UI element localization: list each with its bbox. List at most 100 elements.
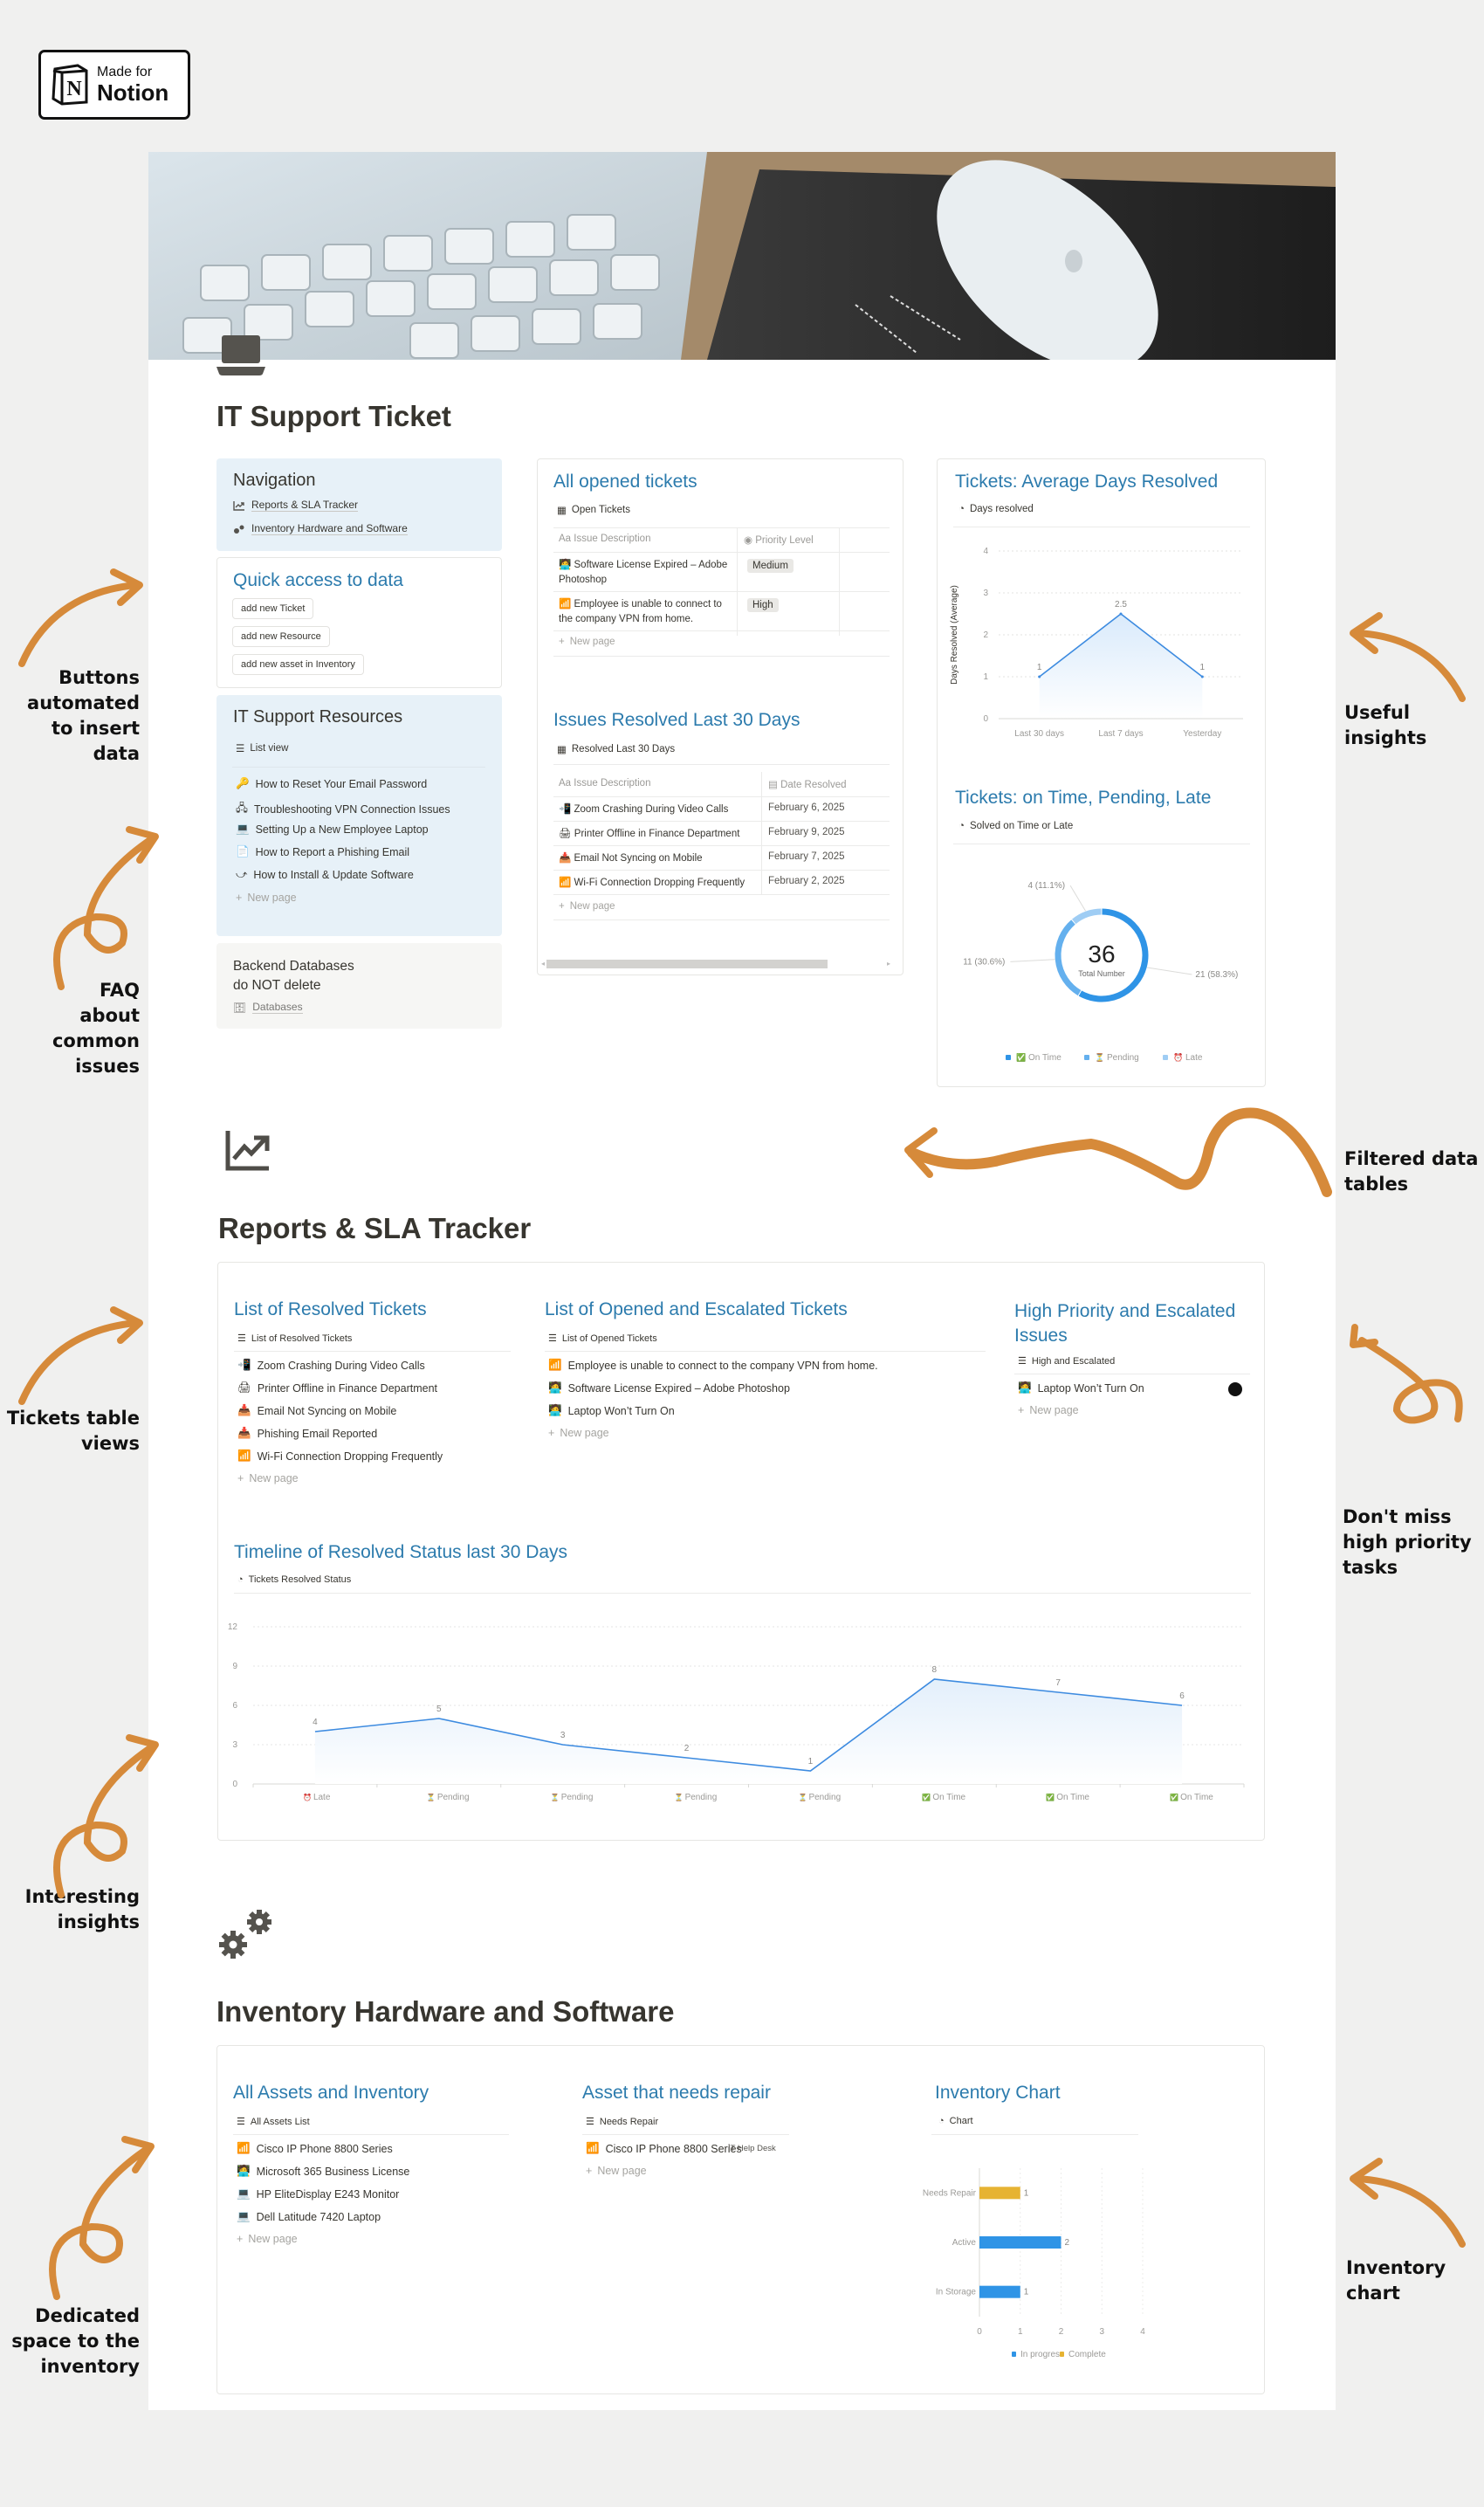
priority-tag[interactable]: High: [747, 598, 779, 612]
table-cell-date[interactable]: February 9, 2025: [768, 827, 845, 837]
add-new-ticket-button[interactable]: add new Ticket: [232, 598, 314, 619]
status-view-tab[interactable]: ◔ Solved on Time or Late: [958, 821, 1073, 831]
avatar[interactable]: [1228, 1382, 1242, 1396]
inventory-chart-view-tab[interactable]: ◔ Chart: [938, 2116, 973, 2126]
add-new-asset-button[interactable]: add new asset in Inventory: [232, 654, 364, 675]
column-header-issue[interactable]: Aa Issue Description: [559, 778, 650, 789]
view-label: Resolved Last 30 Days: [571, 744, 676, 754]
y-tick-label: 0: [983, 714, 988, 724]
list-item[interactable]: 📲 Zoom Crashing During Video Calls: [237, 1359, 425, 1372]
scroll-right-icon[interactable]: ▸: [887, 960, 890, 968]
column-header-priority[interactable]: ◉ Priority Level: [744, 534, 814, 546]
needs-repair-view-tab[interactable]: ☰ Needs Repair: [586, 2116, 658, 2128]
all-assets-view-tab[interactable]: ☰ All Assets List: [237, 2116, 310, 2128]
table-cell-date[interactable]: February 7, 2025: [768, 851, 845, 862]
row-divider: [553, 919, 890, 920]
list-item[interactable]: 💻 HP EliteDisplay E243 Monitor: [237, 2187, 399, 2201]
header-label: Issue Description: [574, 534, 651, 544]
resolved-view-tab[interactable]: ▦ Resolved Last 30 Days: [557, 743, 675, 755]
nav-link-reports[interactable]: Reports & SLA Tracker: [233, 499, 359, 512]
cell-text: Wi-Fi Connection Dropping Frequently: [574, 878, 745, 888]
list-item[interactable]: 💻 Setting Up a New Employee Laptop: [236, 823, 429, 836]
priority-tag[interactable]: Medium: [747, 559, 794, 573]
list-item[interactable]: 🖨 Printer Offline in Finance Department: [237, 1381, 437, 1395]
list-item[interactable]: ⤻ How to Install & Update Software: [236, 868, 414, 881]
header-label: Priority Level: [755, 535, 814, 546]
list-item[interactable]: 📶 Cisco IP Phone 8800 Series: [237, 2142, 393, 2155]
list-item[interactable]: 🧑‍💻 Laptop Won’t Turn On: [1018, 1381, 1144, 1395]
timeline-view-tab[interactable]: ◔ Tickets Resolved Status: [237, 1574, 351, 1585]
key-icon: 🔑: [236, 777, 250, 789]
list-item[interactable]: 🖧 Troubleshooting VPN Connection Issues: [236, 800, 450, 818]
donut-slice-late: [1072, 908, 1102, 925]
needs-repair-title: Asset that needs repair: [582, 2083, 771, 2103]
cell-text: Printer Offline in Finance Department: [574, 829, 740, 839]
column-divider: [761, 772, 762, 894]
resources-card: IT Support Resources ☰ List view 🔑 How to …: [216, 695, 502, 936]
technologist-icon: 🧑‍💻: [559, 560, 574, 570]
divider: [232, 767, 485, 768]
y-tick-label: Needs Repair: [923, 2188, 977, 2198]
list-item[interactable]: 🧑‍💻 Software License Expired – Adobe Phot…: [548, 1381, 790, 1395]
backend-title: Backend Databases do NOT delete: [233, 959, 354, 993]
high-priority-view-tab[interactable]: ☰ High and Escalated: [1018, 1355, 1115, 1367]
table-cell-issue[interactable]: 📶 Wi-Fi Connection Dropping Frequently: [559, 876, 745, 888]
table-cell-date[interactable]: February 2, 2025: [768, 876, 845, 886]
list-item[interactable]: 📥 Phishing Email Reported: [237, 1427, 377, 1440]
svg-text:N: N: [66, 78, 82, 100]
new-page-button[interactable]: + New page: [236, 892, 297, 904]
list-icon: ☰: [237, 1333, 246, 1344]
new-page-button[interactable]: + New page: [559, 637, 615, 647]
select-property-icon: ◉: [744, 535, 756, 546]
data-label: 8: [932, 1665, 938, 1675]
table-cell-issue[interactable]: 📲 Zoom Crashing During Video Calls: [559, 802, 728, 815]
list-item[interactable]: 🔑 How to Reset Your Email Password: [236, 777, 427, 790]
annotation-arrow-icon: [18, 568, 143, 667]
annotation-arrow-icon: [53, 826, 159, 990]
list-item[interactable]: 📶 Wi-Fi Connection Dropping Frequently: [237, 1450, 443, 1463]
table-cell-issue[interactable]: 📥 Email Not Syncing on Mobile: [559, 851, 703, 864]
horizontal-scrollbar[interactable]: ◂ ▸: [541, 957, 899, 969]
new-page-button[interactable]: + New page: [586, 2165, 647, 2177]
list-item[interactable]: 📶 Cisco IP Phone 8800 Series: [586, 2142, 742, 2155]
column-header-date[interactable]: ▤ Date Resolved: [768, 778, 847, 790]
legend-icon: ✅: [1016, 1052, 1026, 1062]
x-tick-icon: ✅: [1046, 1793, 1055, 1801]
new-page-button[interactable]: + New page: [548, 1427, 609, 1439]
table-cell-issue[interactable]: 🧑‍💻 Software License Expired – Adobe Pho…: [559, 558, 729, 588]
divider: [931, 2134, 1138, 2135]
list-item[interactable]: 📥 Email Not Syncing on Mobile: [237, 1404, 396, 1417]
arrow-stroke: [1358, 1337, 1463, 1424]
new-page-button[interactable]: + New page: [237, 1472, 299, 1484]
new-page-button[interactable]: + New page: [237, 2233, 298, 2245]
open-tickets-view-tab[interactable]: ▦ Open Tickets: [557, 504, 630, 516]
column-header-issue[interactable]: Aa Issue Description: [559, 534, 650, 544]
avg-days-title: Tickets: Average Days Resolved: [955, 472, 1219, 492]
annotation-arrow-icon: [1350, 2158, 1466, 2248]
laptop-icon: [216, 335, 265, 375]
list-item[interactable]: 🧑‍💻 Microsoft 365 Business License: [237, 2165, 409, 2178]
table-cell-date[interactable]: February 6, 2025: [768, 802, 845, 813]
list-item[interactable]: 📄 How to Report a Phishing Email: [236, 845, 409, 858]
x-tick-label: Yesterday: [1183, 729, 1221, 739]
table-cell-issue[interactable]: 🖨 Printer Offline in Finance Department: [559, 827, 739, 839]
new-page-button[interactable]: + New page: [559, 901, 615, 912]
resources-view-tab[interactable]: ☰ List view: [236, 742, 288, 754]
scrollbar-thumb[interactable]: [546, 960, 828, 968]
row-divider: [553, 656, 890, 657]
table-cell-issue[interactable]: 📶 Employee is unable to connect to the c…: [559, 597, 729, 627]
add-new-resource-button[interactable]: add new Resource: [232, 626, 330, 647]
databases-link[interactable]: 🗄 Databases: [233, 1001, 303, 1014]
list-item[interactable]: 🧑‍💻 Laptop Won’t Turn On: [548, 1404, 675, 1417]
list-item[interactable]: 📶 Employee is unable to connect to the co…: [548, 1359, 878, 1372]
scroll-left-icon[interactable]: ◂: [541, 960, 545, 968]
x-tick-icon: ⏰: [303, 1793, 312, 1801]
nav-link-inventory[interactable]: Inventory Hardware and Software: [233, 522, 408, 535]
avg-days-view-tab[interactable]: ◔ Days resolved: [958, 504, 1034, 514]
plus-icon: +: [237, 2233, 244, 2245]
resolved-list-view-tab[interactable]: ☰ List of Resolved Tickets: [237, 1333, 352, 1345]
item-label: Zoom Crashing During Video Calls: [257, 1359, 425, 1372]
list-item[interactable]: 💻 Dell Latitude 7420 Laptop: [237, 2210, 381, 2223]
opened-list-view-tab[interactable]: ☰ List of Opened Tickets: [548, 1333, 657, 1345]
new-page-button[interactable]: + New page: [1018, 1404, 1079, 1416]
